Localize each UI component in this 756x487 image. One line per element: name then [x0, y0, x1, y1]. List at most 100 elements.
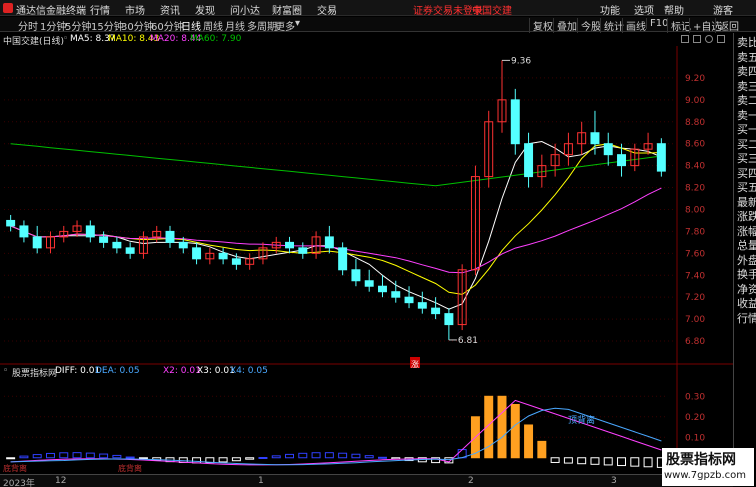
side-panel-item[interactable]: 行情: [737, 310, 756, 326]
price-tick-label: 8.60: [685, 140, 705, 150]
mark-button[interactable]: 标记: [667, 18, 691, 33]
price-tick-label: 7.40: [685, 271, 705, 281]
candle-down: [178, 241, 188, 249]
tab-daily[interactable]: 日线: [181, 18, 201, 33]
low-label: 6.81: [458, 336, 478, 346]
watermark-title: 股票指标网: [666, 452, 736, 468]
price-tick-label: 9.00: [685, 96, 705, 106]
f10-button[interactable]: F10: [646, 18, 668, 29]
indicator-bar: [338, 452, 348, 459]
dea-label: DEA: 0.05: [95, 366, 140, 376]
indicator-bar: [19, 455, 29, 459]
menu-trade[interactable]: 交易: [317, 2, 337, 17]
tab-multi-period[interactable]: 多周期: [247, 18, 277, 33]
stock-link[interactable]: 中国交建: [472, 2, 512, 17]
x2-label: X2: 0.01: [163, 366, 201, 376]
maximize-icon[interactable]: [693, 35, 701, 43]
period-toolbar: 分时 1分钟 5分钟 15分钟 30分钟 60分钟 日线 周线 月线 多周期 更…: [0, 17, 756, 33]
tab-1min[interactable]: 1分钟: [40, 18, 66, 33]
menu-ask[interactable]: 问小达: [230, 2, 260, 17]
more-chevron-icon[interactable]: ▾: [295, 18, 300, 29]
candle-down: [165, 230, 175, 243]
today-button[interactable]: 今股: [577, 18, 601, 33]
close-icon[interactable]: [717, 35, 725, 43]
indicator-name: 股票指标网: [12, 369, 58, 379]
indicator-bar: [125, 456, 135, 459]
candle-down: [377, 285, 387, 293]
app-logo-icon: [3, 3, 13, 13]
candle-down: [125, 247, 135, 254]
indicator-bar: [643, 457, 653, 468]
help-menu[interactable]: 帮助: [664, 2, 684, 17]
indicator-bar: [218, 457, 228, 463]
menu-quotes[interactable]: 行情: [90, 2, 110, 17]
indicator-bar: [298, 452, 308, 459]
candle-down: [391, 291, 401, 298]
adjust-button[interactable]: 复权: [529, 18, 553, 33]
draw-line-button[interactable]: 画线: [622, 18, 646, 33]
watermark: 股票指标网 www.7gpzb.com: [662, 448, 754, 486]
settings-icon[interactable]: [705, 35, 713, 43]
tab-60min[interactable]: 60分钟: [151, 18, 184, 33]
tab-timeshare[interactable]: 分时: [18, 18, 38, 33]
indicator-bar: [231, 457, 241, 462]
ma60-label: MA60: 7.90: [190, 34, 242, 44]
menu-wealth[interactable]: 财富圈: [272, 2, 302, 17]
menu-news[interactable]: 资讯: [160, 2, 180, 17]
function-menu[interactable]: 功能: [600, 2, 620, 17]
diff-line: [10, 399, 662, 466]
indicator-bar: [59, 452, 69, 459]
bottom-divergence-left: 底背离: [3, 463, 27, 473]
back-button[interactable]: 返回: [715, 18, 739, 33]
candle-down: [32, 236, 42, 249]
minimize-icon[interactable]: [681, 35, 689, 43]
tab-15min[interactable]: 15分钟: [91, 18, 124, 33]
options-menu[interactable]: 选项: [634, 2, 654, 17]
x4-label: X4: 0.05: [230, 366, 268, 376]
tab-weekly[interactable]: 周线: [203, 18, 223, 33]
indicator-tick-label: 0.30: [685, 392, 705, 402]
date-axis: 2023年 12 1 2 3: [0, 474, 733, 487]
indicator-bar: [550, 457, 560, 463]
indicator-bar: [617, 457, 627, 467]
stats-button[interactable]: 统计: [600, 18, 624, 33]
indicator-bar: [45, 452, 55, 459]
indicator-legend: ◦ 股票指标网 DIFF: 0.01 DEA: 0.05 X2: 0.01 X3…: [0, 366, 700, 379]
overlay-button[interactable]: 叠加: [553, 18, 577, 33]
indicator-bar: [590, 457, 600, 465]
candle-down: [218, 252, 228, 260]
price-tick-label: 8.00: [685, 205, 705, 215]
price-grid: [4, 77, 673, 342]
diff-label: DIFF: 0.01: [55, 366, 101, 376]
ma10-line: [10, 143, 662, 295]
price-tick-label: 8.80: [685, 118, 705, 128]
indicator-bar: [630, 457, 640, 467]
candle-down: [19, 225, 29, 238]
kline-chart[interactable]: 9.20 9.00 8.80 8.60 8.40 8.20 8.00 7.80 7.60 7.40…: [0, 46, 733, 474]
candle-down: [431, 307, 441, 315]
candle-down: [404, 296, 414, 304]
tab-30min[interactable]: 30分钟: [121, 18, 154, 33]
candle-down: [285, 241, 295, 249]
candle-down: [192, 247, 202, 260]
indicator-bar: [192, 457, 202, 464]
candle-down: [510, 99, 520, 145]
guest-user[interactable]: 游客: [713, 2, 733, 17]
indicator-bar: [85, 452, 95, 459]
tab-monthly[interactable]: 月线: [225, 18, 245, 33]
tab-5min[interactable]: 5分钟: [65, 18, 91, 33]
watermark-url: www.7gpzb.com: [664, 470, 746, 481]
tab-more[interactable]: 更多: [275, 18, 295, 33]
indicator-bar: [138, 457, 148, 460]
indicator-bar: [99, 453, 109, 459]
candle-down: [324, 236, 334, 249]
price-tick-label: 7.20: [685, 293, 705, 303]
legend-dot-icon: ◦: [63, 34, 69, 44]
bottom-divergence-mid: 底背离: [118, 463, 142, 473]
date-month-1: 1: [258, 476, 264, 486]
price-tick-label: 7.80: [685, 227, 705, 237]
price-tick-label: 8.40: [685, 162, 705, 172]
ma-lines: [10, 140, 662, 310]
menu-market[interactable]: 市场: [125, 2, 145, 17]
menu-discover[interactable]: 发现: [195, 2, 215, 17]
